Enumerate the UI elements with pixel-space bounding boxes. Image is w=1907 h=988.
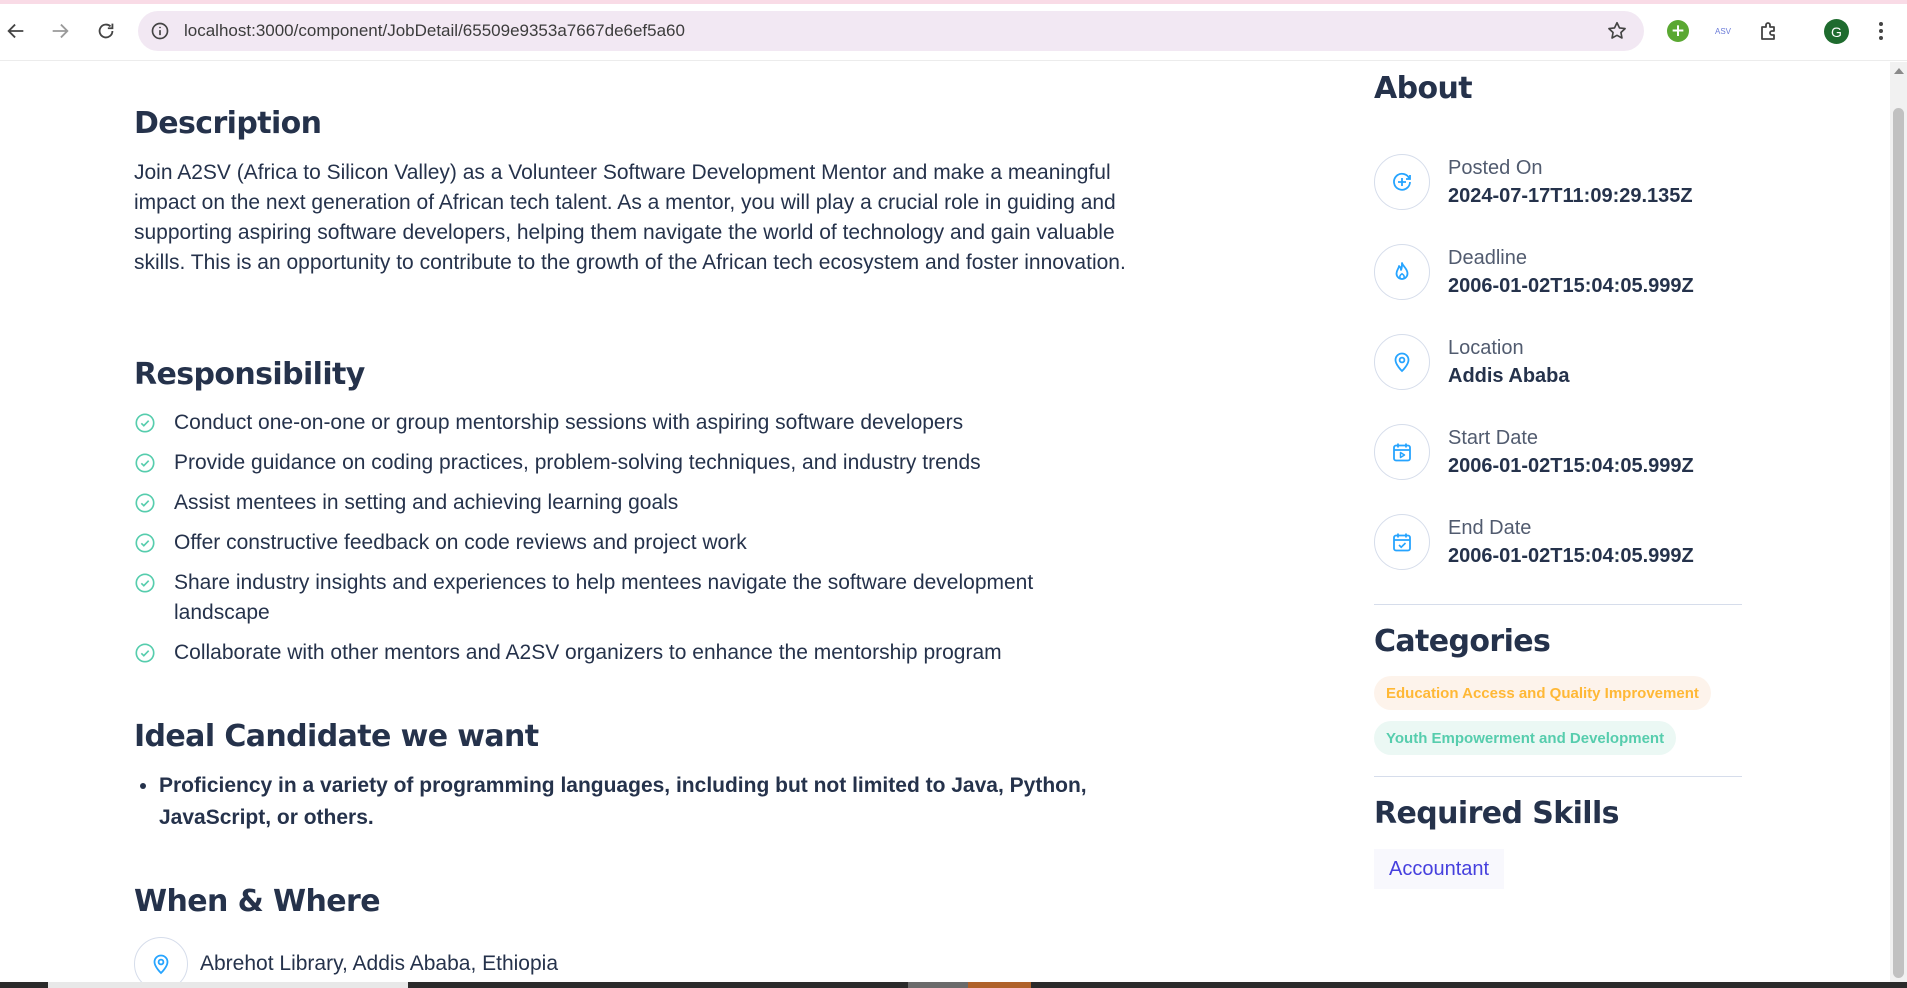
calendar-play-icon [1393, 443, 1411, 462]
about-value: 2006-01-02T15:04:05.999Z [1448, 455, 1694, 477]
start-date-icon-wrap [1374, 424, 1430, 480]
responsibility-item: Collaborate with other mentors and A2SV … [134, 638, 1134, 668]
location-icon-wrap [1374, 334, 1430, 390]
location-icon-wrap [134, 937, 188, 988]
responsibility-text: Offer constructive feedback on code revi… [174, 531, 747, 554]
extension-green-button[interactable]: + [1665, 18, 1691, 44]
about-value: 2006-01-02T15:04:05.999Z [1448, 275, 1694, 297]
description-heading: Description [134, 106, 322, 141]
about-heading: About [1374, 71, 1473, 106]
check-circle-icon [135, 493, 155, 513]
os-taskbar [0, 982, 1907, 988]
responsibility-item: Conduct one-on-one or group mentorship s… [134, 408, 1134, 438]
responsibility-item: Provide guidance on coding practices, pr… [134, 448, 1134, 478]
puzzle-icon [1761, 22, 1775, 40]
extension-asv-label: ASV [1714, 26, 1731, 36]
responsibility-text: Collaborate with other mentors and A2SV … [174, 641, 1002, 664]
about-value: 2006-01-02T15:04:05.999Z [1448, 545, 1694, 567]
taskbar-app[interactable] [908, 982, 968, 988]
about-end-date: End Date 2006-01-02T15:04:05.999Z [1374, 514, 1694, 570]
check-circle-icon [135, 533, 155, 553]
about-value: 2024-07-17T11:09:29.135Z [1448, 185, 1693, 207]
responsibility-text: Assist mentees in setting and achieving … [174, 491, 679, 514]
category-tag: Education Access and Quality Improvement [1374, 676, 1711, 710]
extension-asv-button[interactable]: ASV [1710, 18, 1736, 44]
address-bar[interactable]: localhost:3000/component/JobDetail/65509… [138, 11, 1644, 51]
extensions-button[interactable] [1756, 18, 1782, 44]
about-label: End Date [1448, 517, 1532, 539]
check-circle-icon [135, 643, 155, 663]
url-text[interactable]: localhost:3000/component/JobDetail/65509… [184, 21, 685, 41]
scroll-up-arrow-icon[interactable] [1894, 68, 1904, 74]
about-label: Location [1448, 337, 1524, 359]
categories-heading: Categories [1374, 624, 1551, 659]
arrow-left-icon [7, 23, 24, 39]
fire-icon [1395, 262, 1409, 280]
reload-button[interactable] [90, 15, 122, 47]
bookmark-star-icon[interactable] [1606, 20, 1628, 42]
about-label: Start Date [1448, 427, 1539, 449]
taskbar-search[interactable] [48, 982, 408, 988]
check-circle-icon [135, 453, 155, 473]
skill-tag: Accountant [1374, 849, 1505, 889]
arrow-right-icon [52, 23, 69, 39]
scrollbar-thumb[interactable] [1893, 108, 1904, 978]
divider [1374, 604, 1742, 605]
about-deadline: Deadline 2006-01-02T15:04:05.999Z [1374, 244, 1694, 300]
plus-icon: + [1667, 20, 1689, 42]
description-text: Join A2SV (Africa to Silicon Valley) as … [134, 161, 1126, 274]
posted-icon-wrap [1374, 154, 1430, 210]
responsibility-heading: Responsibility [134, 357, 365, 392]
location-pin-icon [153, 954, 169, 975]
deadline-icon-wrap [1374, 244, 1430, 300]
check-circle-icon [135, 573, 155, 593]
ideal-candidate-list: Proficiency in a variety of programming … [134, 770, 1134, 834]
profile-avatar[interactable]: G [1824, 19, 1849, 44]
category-tag: Youth Empowerment and Development [1374, 721, 1677, 755]
taskbar-app[interactable] [968, 982, 1031, 988]
when-where-location: Abrehot Library, Addis Ababa, Ethiopia [134, 937, 558, 988]
responsibility-text: Share industry insights and experiences … [174, 571, 1034, 624]
location-pin-icon [1394, 352, 1410, 373]
page-scrollbar[interactable] [1890, 62, 1907, 982]
forward-button[interactable] [44, 15, 76, 47]
divider [1374, 776, 1742, 777]
about-value: Addis Ababa [1448, 365, 1570, 387]
about-location: Location Addis Ababa [1374, 334, 1570, 390]
about-posted-on: Posted On 2024-07-17T11:09:29.135Z [1374, 154, 1693, 210]
responsibility-text: Provide guidance on coding practices, pr… [174, 451, 981, 474]
responsibility-item: Assist mentees in setting and achieving … [134, 488, 1134, 518]
tab-strip-edge [0, 0, 1907, 4]
responsibility-item: Share industry insights and experiences … [134, 568, 1134, 628]
back-button[interactable] [0, 15, 32, 47]
calendar-check-icon [1393, 533, 1411, 552]
end-date-icon-wrap [1374, 514, 1430, 570]
responsibility-item: Offer constructive feedback on code revi… [134, 528, 1134, 558]
menu-kebab-icon[interactable] [1872, 19, 1890, 43]
about-start-date: Start Date 2006-01-02T15:04:05.999Z [1374, 424, 1694, 480]
when-where-heading: When & Where [134, 884, 381, 919]
required-skills-heading: Required Skills [1374, 796, 1619, 831]
browser-toolbar: localhost:3000/component/JobDetail/65509… [0, 0, 1907, 61]
when-where-location-text: Abrehot Library, Addis Ababa, Ethiopia [200, 952, 559, 975]
site-info-icon[interactable] [150, 21, 170, 41]
about-label: Deadline [1448, 247, 1527, 269]
responsibility-list: Conduct one-on-one or group mentorship s… [134, 408, 1134, 678]
check-circle-icon [135, 413, 155, 433]
reload-icon [98, 23, 114, 39]
ideal-candidate-heading: Ideal Candidate we want [134, 719, 539, 754]
responsibility-text: Conduct one-on-one or group mentorship s… [174, 411, 964, 434]
plus-circle-icon [1393, 172, 1411, 191]
about-label: Posted On [1448, 157, 1543, 179]
ideal-candidate-item: Proficiency in a variety of programming … [159, 770, 1134, 834]
